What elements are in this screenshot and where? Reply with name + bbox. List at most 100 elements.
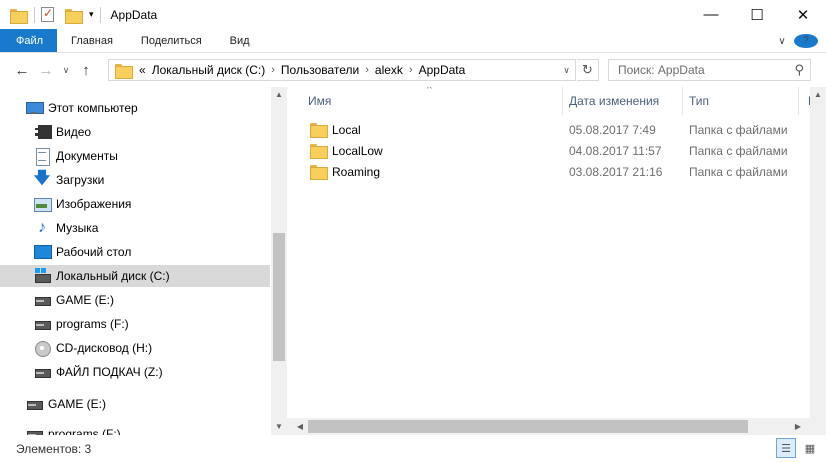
item-count: Элементов: 3: [16, 441, 92, 456]
file-list-vertical-scrollbar[interactable]: ▲: [810, 87, 826, 421]
nav-item-downloads[interactable]: 🡇 Загрузки: [0, 169, 270, 191]
navigation-scrollbar[interactable]: ▲ ▼: [271, 87, 287, 435]
search-box[interactable]: ⚲: [608, 59, 811, 81]
navigation-bar: ← → ∨ ↑ « Локальный диск (C:) › Пользова…: [0, 53, 826, 87]
table-row[interactable]: LocalLow 04.08.2017 11:57 Папка с файлам…: [297, 140, 810, 161]
nav-item-programs-f-root[interactable]: programs (F:): [0, 423, 270, 435]
minimize-button[interactable]: —: [688, 0, 734, 29]
breadcrumb-users[interactable]: Пользователи: [281, 63, 359, 77]
large-icons-view-icon[interactable]: ▦: [800, 438, 820, 458]
table-row[interactable]: Roaming 03.08.2017 21:16 Папка с файлами: [297, 161, 810, 182]
address-dropdown-chevron-icon[interactable]: ∨: [557, 60, 575, 80]
music-icon: ♪: [38, 219, 46, 236]
tab-view[interactable]: Вид: [216, 29, 264, 52]
scroll-up-arrow-icon[interactable]: ▲: [810, 87, 826, 103]
up-arrow-icon[interactable]: ↑: [74, 62, 98, 79]
sort-ascending-icon: ^: [427, 87, 432, 95]
breadcrumb-appdata[interactable]: AppData: [419, 63, 466, 77]
search-icon[interactable]: ⚲: [794, 62, 804, 78]
nav-item-local-disk-c[interactable]: Локальный диск (C:): [0, 265, 270, 287]
properties-icon[interactable]: [41, 6, 57, 23]
breadcrumb-overflow[interactable]: «: [139, 63, 146, 77]
table-row[interactable]: Local 05.08.2017 7:49 Папка с файлами: [297, 119, 810, 140]
folder-icon: [10, 7, 28, 24]
nav-item-game-e[interactable]: GAME (E:): [0, 289, 270, 311]
file-name-cell: LocalLow: [310, 143, 383, 159]
tab-file[interactable]: Файл: [0, 29, 58, 52]
nav-item-programs-f[interactable]: programs (F:): [0, 313, 270, 335]
nav-item-label: CD-дисковод (H:): [56, 341, 153, 355]
drive-icon: [34, 364, 51, 380]
column-header-name[interactable]: Имя ^: [297, 87, 562, 115]
scrollbar-thumb[interactable]: [308, 420, 748, 433]
refresh-icon[interactable]: ↻: [577, 59, 599, 81]
back-arrow-icon[interactable]: ←: [10, 62, 34, 79]
column-header-size[interactable]: Ра: [797, 87, 810, 115]
nav-item-this-pc[interactable]: Этот компьютер: [0, 97, 270, 119]
nav-item-documents[interactable]: Документы: [0, 145, 270, 167]
tab-share[interactable]: Поделиться: [127, 29, 216, 52]
nav-item-swap-z[interactable]: ФАЙЛ ПОДКАЧ (Z:): [0, 361, 270, 383]
downloads-icon: 🡇: [33, 169, 51, 187]
folder-icon: [115, 63, 133, 79]
nav-item-music[interactable]: ♪ Музыка: [0, 217, 270, 239]
nav-item-label: programs (F:): [56, 317, 129, 331]
window-controls: — ☐ ✕: [688, 0, 826, 29]
recent-locations-chevron-icon[interactable]: ∨: [58, 65, 74, 76]
navigation-pane: Этот компьютер Видео Документы 🡇 Загрузк…: [0, 87, 287, 435]
nav-item-desktop[interactable]: Рабочий стол: [0, 241, 270, 263]
forward-arrow-icon[interactable]: →: [34, 62, 58, 79]
drive-icon: [34, 316, 51, 332]
tab-home[interactable]: Главная: [57, 29, 127, 52]
scrollbar-thumb[interactable]: [273, 233, 285, 361]
computer-icon: [26, 100, 44, 116]
folder-icon: [310, 144, 328, 159]
nav-item-label: Загрузки: [56, 173, 105, 187]
customize-toolbar-chevron-icon[interactable]: ▾: [89, 9, 94, 20]
close-button[interactable]: ✕: [780, 0, 826, 29]
cd-drive-icon: [34, 340, 51, 357]
nav-item-game-e-root[interactable]: GAME (E:): [0, 393, 270, 415]
drive-icon: [26, 426, 43, 435]
nav-item-video[interactable]: Видео: [0, 121, 270, 143]
address-bar[interactable]: « Локальный диск (C:) › Пользователи › a…: [108, 59, 576, 81]
drive-icon: [34, 292, 51, 308]
new-folder-icon[interactable]: [65, 7, 83, 24]
toolbar-divider: [99, 6, 101, 23]
scroll-right-arrow-icon[interactable]: ▶: [790, 418, 806, 435]
nav-item-label: Изображения: [56, 197, 132, 211]
file-name: LocalLow: [332, 143, 383, 158]
system-drive-icon: [34, 268, 51, 284]
nav-item-cd-drive-h[interactable]: CD-дисковод (H:): [0, 337, 270, 359]
help-icon[interactable]: ?: [794, 34, 818, 48]
breadcrumb-chevron-icon[interactable]: ›: [365, 64, 369, 76]
breadcrumb-alexk[interactable]: alexk: [375, 63, 403, 77]
view-switcher: ☰ ▦: [772, 438, 820, 458]
breadcrumb-chevron-icon[interactable]: ›: [271, 64, 275, 76]
documents-icon: [34, 148, 50, 166]
scrollbar-corner: [810, 418, 826, 435]
search-input[interactable]: [609, 60, 789, 80]
file-type: Папка с файлами: [689, 143, 788, 158]
file-date: 03.08.2017 21:16: [569, 164, 663, 179]
details-view-icon[interactable]: ☰: [776, 438, 796, 458]
title-bar: ▾ AppData — ☐ ✕: [0, 0, 826, 29]
file-list-horizontal-scrollbar[interactable]: ◀ ▶: [287, 418, 826, 435]
nav-item-label: GAME (E:): [56, 293, 115, 307]
status-bar: Элементов: 3 ☰ ▦: [0, 435, 826, 462]
column-header-label: Дата изменения: [569, 94, 660, 108]
scroll-up-arrow-icon[interactable]: ▲: [271, 87, 287, 103]
column-header-type[interactable]: Тип: [678, 87, 798, 115]
nav-item-label: Этот компьютер: [48, 101, 138, 115]
ribbon-right: ∨ ?: [770, 29, 826, 53]
maximize-button[interactable]: ☐: [734, 0, 780, 29]
nav-item-pictures[interactable]: Изображения: [0, 193, 270, 215]
scroll-down-arrow-icon[interactable]: ▼: [271, 419, 287, 435]
breadcrumb-local-disk[interactable]: Локальный диск (C:): [152, 63, 266, 77]
column-header-date[interactable]: Дата изменения: [558, 87, 682, 115]
pictures-icon: [34, 196, 52, 212]
breadcrumb-chevron-icon[interactable]: ›: [409, 64, 413, 76]
file-name: Local: [332, 122, 361, 137]
scroll-left-arrow-icon[interactable]: ◀: [292, 418, 308, 435]
expand-ribbon-chevron-icon[interactable]: ∨: [770, 36, 794, 47]
